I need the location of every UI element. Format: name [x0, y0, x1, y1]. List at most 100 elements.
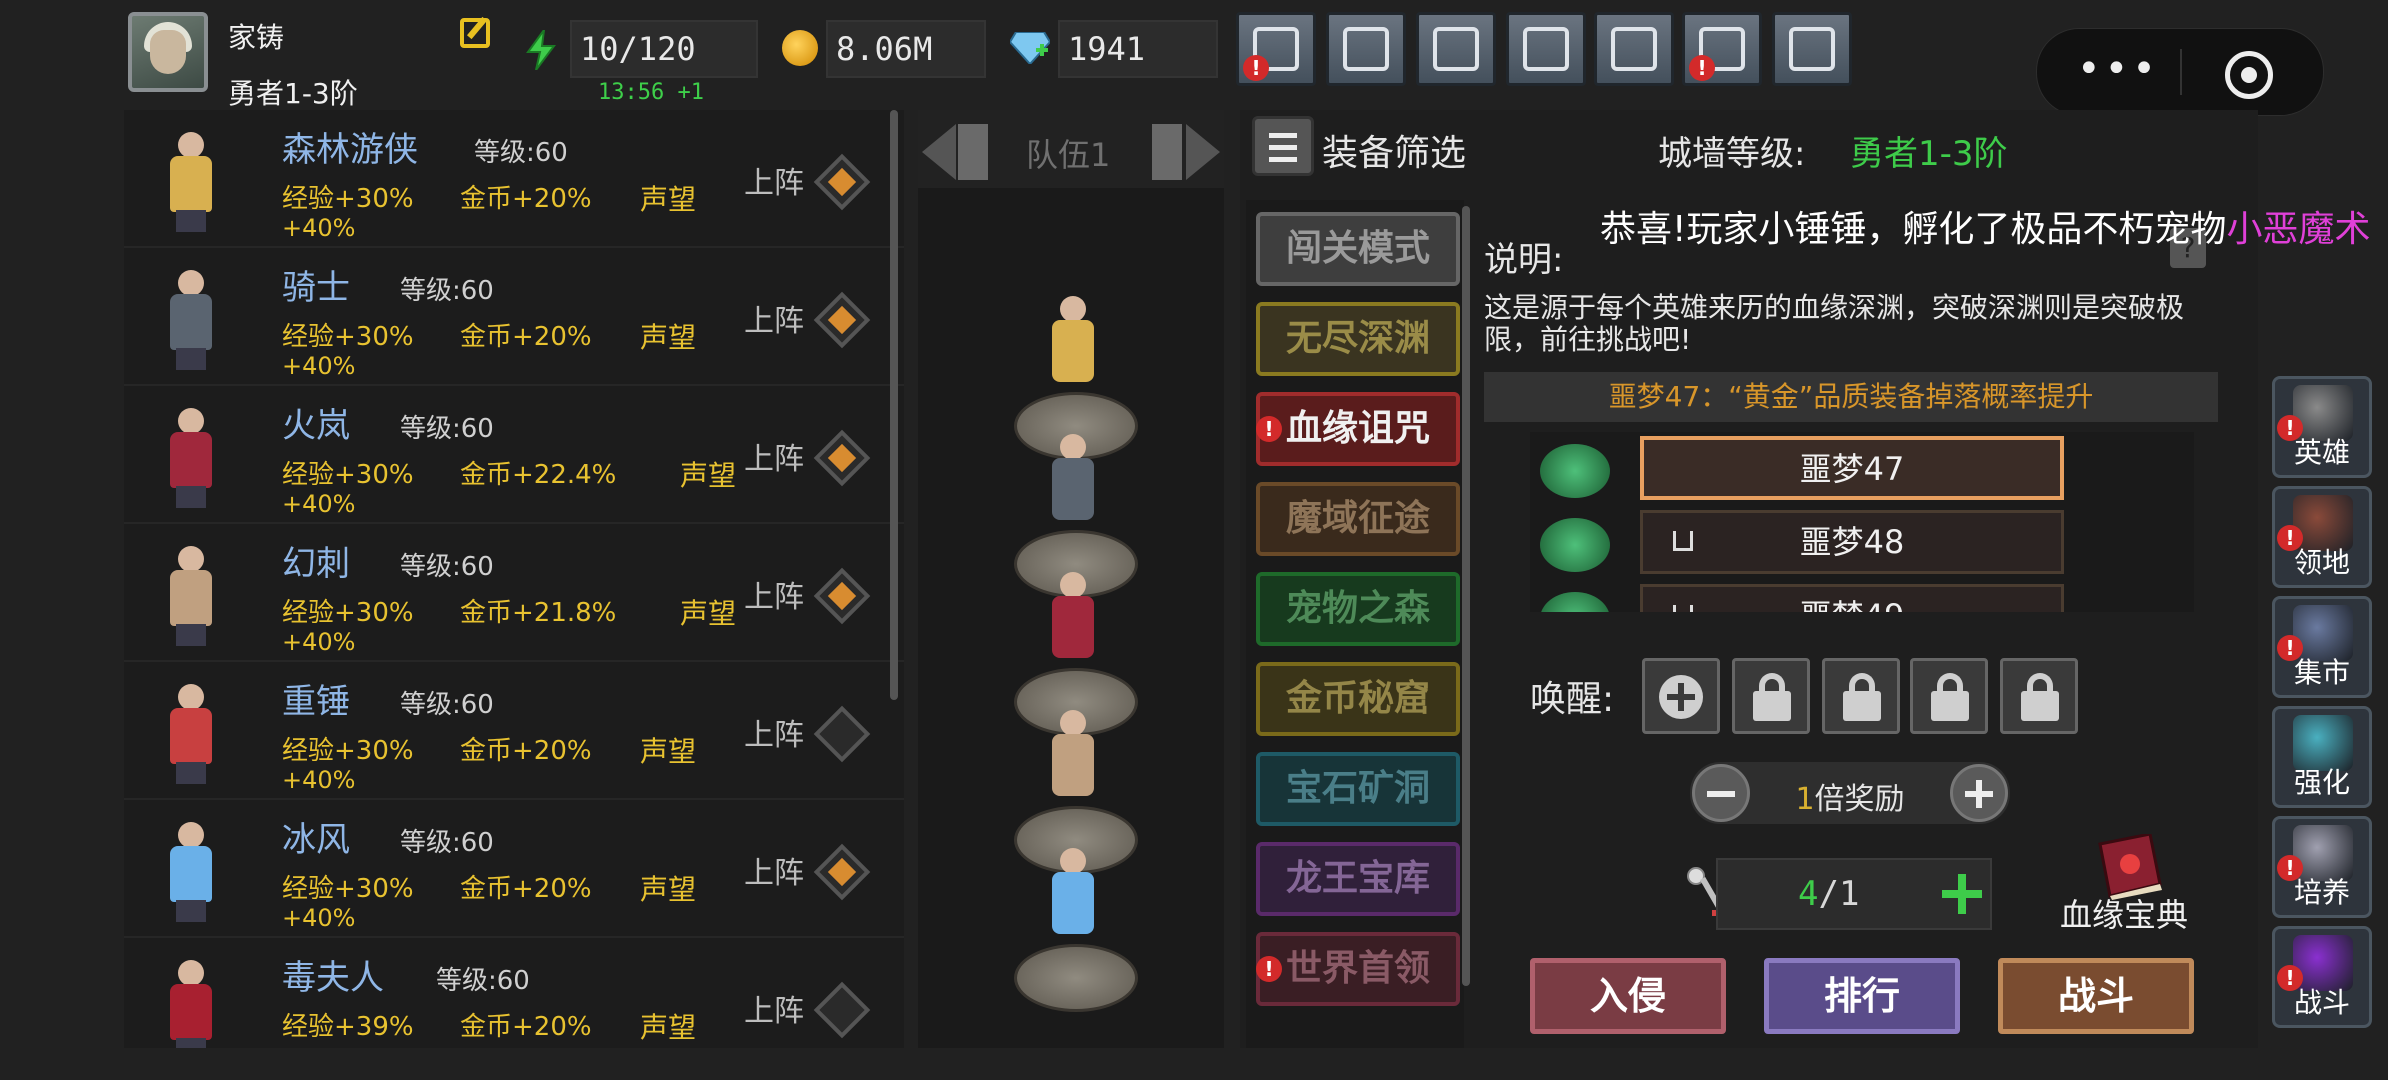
equipment-filter-label[interactable]: 装备筛选 — [1322, 124, 1466, 176]
fireworks-button[interactable]: ! — [1682, 12, 1762, 86]
nightmare-stage-icon — [1530, 510, 1620, 580]
side-nav-item[interactable]: 英雄! — [2272, 376, 2372, 478]
awaken-locked-slot[interactable] — [1822, 658, 1900, 734]
awaken-locked-slot[interactable] — [1732, 658, 1810, 734]
spin-button[interactable] — [1594, 12, 1674, 86]
gamepad-button[interactable] — [1416, 12, 1496, 86]
deploy-button[interactable]: 上阵 — [744, 296, 804, 340]
team-hero-figure[interactable] — [1036, 706, 1110, 816]
deploy-button[interactable]: 上阵 — [744, 572, 804, 616]
hero-list-scrollbar[interactable] — [890, 110, 898, 700]
mode-button[interactable]: 血缘诅咒! — [1256, 392, 1460, 466]
wall-level-label: 城墙等级: — [1658, 134, 1806, 174]
equip-gem-icon[interactable] — [813, 291, 871, 349]
action-button[interactable]: 战斗 — [1998, 958, 2194, 1034]
hero-row[interactable]: 森林游侠 等级:60 经验+30% 金币+20% 声望 +40% 上阵 — [124, 110, 904, 248]
deploy-button[interactable]: 上阵 — [744, 710, 804, 754]
hero-row[interactable]: 幻刺 等级:60 经验+30% 金币+21.8% 声望 +40% 上阵 — [124, 524, 904, 662]
action-button[interactable]: 入侵 — [1530, 958, 1726, 1034]
gear-icon — [1523, 27, 1569, 71]
hero-row[interactable]: 火岚 等级:60 经验+30% 金币+22.4% 声望 +40% 上阵 — [124, 386, 904, 524]
hero-level: 等级:60 — [400, 828, 494, 858]
mode-list[interactable]: 闯关模式无尽深渊血缘诅咒! 魔域征途宠物之森金币秘窟宝石矿洞龙王宝库世界首领! — [1246, 200, 1464, 1048]
prev-team-arrow-icon[interactable] — [922, 124, 990, 180]
multiplier-label: 倍奖励 — [1814, 782, 1905, 817]
edit-name-icon[interactable] — [460, 18, 490, 48]
mail-button[interactable] — [1326, 12, 1406, 86]
equip-gem-icon[interactable] — [813, 567, 871, 625]
side-nav-item[interactable]: 培养! — [2272, 816, 2372, 918]
side-nav-item[interactable]: 战斗! — [2272, 926, 2372, 1028]
alert-badge-icon: ! — [1243, 55, 1269, 81]
add-attempts-button[interactable] — [1940, 872, 1984, 916]
hero-level: 等级:60 — [400, 552, 494, 582]
battle-button[interactable] — [1772, 12, 1852, 86]
hero-portrait — [144, 124, 240, 234]
equip-gem-icon[interactable] — [813, 981, 871, 1039]
hero-name: 冰风 — [282, 820, 350, 860]
action-button[interactable]: 排行 — [1764, 958, 1960, 1034]
announcement-text: 恭喜!玩家小锤锤，孵化了极品不朽宠物 — [1600, 209, 2227, 250]
hero-legs — [176, 900, 206, 922]
deploy-button[interactable]: 上阵 — [744, 848, 804, 892]
hero-rep-bonus: +40% — [282, 214, 356, 242]
hero-pedestal — [1014, 944, 1138, 1012]
hero-row[interactable]: 毒夫人 等级:60 经验+39% 金币+20% 声望 上阵 — [124, 938, 904, 1048]
hero-gold-bonus: 金币+20% — [460, 184, 592, 214]
equip-gem-icon[interactable] — [813, 705, 871, 763]
hero-list[interactable]: 森林游侠 等级:60 经验+30% 金币+20% 声望 +40% 上阵 骑士 等级:60 经验+3… — [124, 110, 904, 1048]
team-hero-figure[interactable] — [1036, 568, 1110, 678]
mode-button[interactable]: 魔域征途 — [1256, 482, 1460, 556]
equip-gem-icon[interactable] — [813, 843, 871, 901]
hero-row[interactable]: 冰风 等级:60 经验+30% 金币+20% 声望 +40% 上阵 — [124, 800, 904, 938]
hero-row[interactable]: 重锤 等级:60 经验+30% 金币+20% 声望 +40% 上阵 — [124, 662, 904, 800]
mode-button[interactable]: 宠物之森 — [1256, 572, 1460, 646]
difficulty-level-button[interactable]: 噩梦49 — [1640, 584, 2064, 612]
difficulty-list[interactable]: 噩梦47 噩梦48 噩梦49 — [1530, 432, 2194, 612]
deploy-button[interactable]: 上阵 — [744, 434, 804, 478]
mode-button[interactable]: 宝石矿洞 — [1256, 752, 1460, 826]
difficulty-level-button[interactable]: 噩梦47 — [1640, 436, 2064, 500]
hero-gold-bonus: 金币+20% — [460, 736, 592, 766]
difficulty-level-button[interactable]: 噩梦48 — [1640, 510, 2064, 574]
side-nav-item[interactable]: 领地! — [2272, 486, 2372, 588]
mode-button[interactable]: 金币秘窟 — [1256, 662, 1460, 736]
mode-button[interactable]: 世界首领! — [1256, 932, 1460, 1006]
difficulty-label: 噩梦48 — [1799, 523, 1905, 561]
deploy-button[interactable]: 上阵 — [744, 158, 804, 202]
hero-exp-bonus: 经验+30% — [282, 874, 414, 904]
mode-button[interactable]: 闯关模式 — [1256, 212, 1460, 286]
hero-head — [178, 270, 204, 296]
hero-row[interactable]: 骑士 等级:60 经验+30% 金币+20% 声望 +40% 上阵 — [124, 248, 904, 386]
mode-button[interactable]: 无尽深渊 — [1256, 302, 1460, 376]
mode-list-scrollbar[interactable] — [1462, 206, 1470, 986]
awaken-locked-slot[interactable] — [2000, 658, 2078, 734]
hero-name: 火岚 — [282, 406, 350, 446]
close-target-icon[interactable] — [2225, 51, 2273, 99]
settings-button[interactable] — [1506, 12, 1586, 86]
mode-button[interactable]: 龙王宝库 — [1256, 842, 1460, 916]
equip-gem-icon[interactable] — [813, 153, 871, 211]
player-avatar[interactable] — [128, 12, 208, 92]
more-menu-icon[interactable]: ••• — [2077, 49, 2160, 89]
filter-menu-button[interactable] — [1252, 116, 1314, 176]
side-nav-item[interactable]: 集市! — [2272, 596, 2372, 698]
deploy-button[interactable]: 上阵 — [744, 986, 804, 1030]
color-wheel-icon — [1611, 27, 1657, 71]
awaken-add-slot[interactable] — [1642, 658, 1720, 734]
awaken-locked-slot[interactable] — [1910, 658, 1988, 734]
hero-body — [170, 984, 212, 1040]
hero-portrait — [144, 676, 240, 786]
blood-book-label[interactable]: 血缘宝典 — [2060, 890, 2188, 936]
team-hero-figure[interactable] — [1036, 292, 1110, 402]
team-hero-figure[interactable] — [1036, 430, 1110, 540]
team-hero-figure[interactable] — [1036, 844, 1110, 954]
side-nav-item[interactable]: 强化 — [2272, 706, 2372, 808]
hero-rep-bonus: +40% — [282, 766, 356, 794]
hero-exp-bonus: 经验+39% — [282, 1012, 414, 1042]
next-team-arrow-icon[interactable] — [1152, 124, 1220, 180]
decrease-multiplier-button[interactable] — [1692, 764, 1750, 822]
shop-button[interactable]: ! — [1236, 12, 1316, 86]
increase-multiplier-button[interactable] — [1950, 764, 2008, 822]
equip-gem-icon[interactable] — [813, 429, 871, 487]
